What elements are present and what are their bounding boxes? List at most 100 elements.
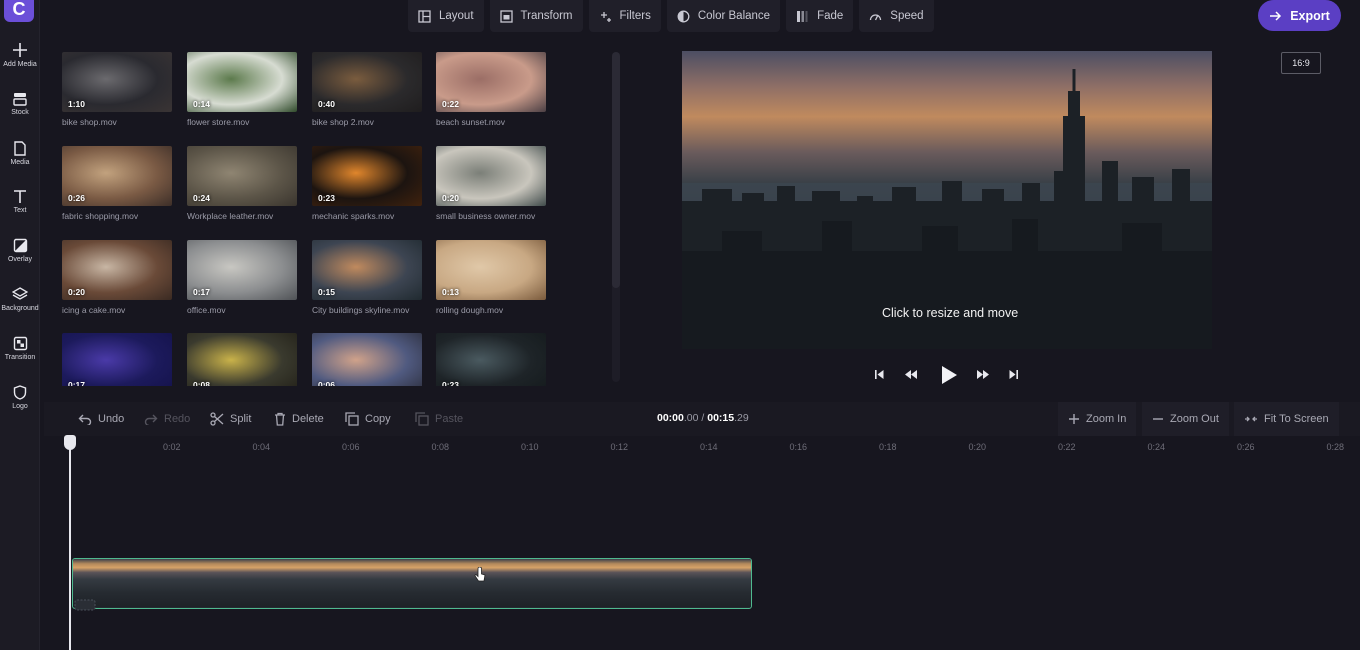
paste-button[interactable]: Paste — [415, 402, 463, 436]
media-thumbnail[interactable]: 0:08 — [187, 333, 297, 386]
media-thumbnail[interactable]: 0:40 — [312, 52, 422, 112]
play-button[interactable] — [940, 364, 958, 391]
app-logo[interactable]: C — [4, 0, 34, 22]
video-preview[interactable] — [682, 51, 1212, 349]
sidebar-item-label: Text — [13, 207, 27, 214]
ruler-tick-label: 0:22 — [1058, 442, 1076, 452]
media-thumbnail[interactable]: 0:14 — [187, 52, 297, 112]
paste-label: Paste — [435, 413, 464, 425]
tab-label: Filters — [619, 10, 651, 22]
tab-speed[interactable]: Speed — [859, 0, 934, 32]
sidebar-item-transition[interactable]: Transition — [0, 336, 40, 380]
sidebar-item-text[interactable]: Text — [0, 189, 40, 233]
copy-button[interactable]: Copy — [345, 402, 391, 436]
undo-button[interactable]: Undo — [78, 402, 124, 436]
media-thumbnail[interactable]: 0:20 — [62, 240, 172, 300]
shield-icon — [13, 385, 27, 400]
media-item[interactable]: 0:17 office.mov — [187, 240, 297, 315]
media-name: icing a cake.mov — [62, 305, 126, 315]
media-thumbnail[interactable]: 0:15 — [312, 240, 422, 300]
sidebar-item-media[interactable]: Media — [0, 141, 40, 185]
fit-to-screen-button[interactable]: Fit To Screen — [1234, 402, 1339, 436]
fit-screen-icon — [1245, 416, 1257, 422]
layout-icon — [418, 9, 431, 23]
media-name: flower store.mov — [187, 117, 250, 127]
media-item[interactable]: 0:13 rolling dough.mov — [436, 240, 546, 315]
tab-label: Fade — [817, 10, 844, 22]
media-scrollbar-thumb[interactable] — [612, 52, 620, 288]
delete-button[interactable]: Delete — [274, 402, 324, 436]
city-skyline-frame — [682, 69, 1212, 349]
media-thumbnail[interactable]: 0:22 — [436, 52, 546, 112]
ruler-tick-label: 0:28 — [1326, 442, 1345, 452]
clip-menu-icon[interactable] — [74, 598, 96, 612]
fast-forward-button[interactable] — [975, 364, 991, 389]
media-name: beach sunset.mov — [436, 117, 505, 127]
media-item[interactable]: 0:22 beach sunset.mov — [436, 52, 546, 127]
tab-layout[interactable]: Layout — [408, 0, 484, 32]
media-thumbnail[interactable]: 0:06 — [312, 333, 422, 386]
media-item[interactable]: 0:23 mechanic sparks.mov — [312, 146, 422, 221]
sidebar-item-logo[interactable]: Logo — [0, 385, 40, 429]
skip-forward-button[interactable] — [1008, 364, 1020, 389]
media-thumbnail[interactable]: 0:23 — [312, 146, 422, 206]
total-time-frames: .29 — [734, 412, 749, 424]
sidebar-item-add-media[interactable]: Add Media — [0, 42, 40, 86]
media-item[interactable]: 1:10 bike shop.mov — [62, 52, 172, 127]
aspect-ratio-button[interactable]: 16:9 — [1281, 52, 1321, 74]
redo-button[interactable]: Redo — [144, 402, 190, 436]
media-thumbnail[interactable]: 1:10 — [62, 52, 172, 112]
media-item[interactable]: 0:06 — [312, 333, 422, 386]
media-item[interactable]: 0:26 fabric shopping.mov — [62, 146, 172, 221]
tab-color-balance[interactable]: Color Balance — [666, 0, 781, 32]
media-thumbnail[interactable]: 0:23 — [436, 333, 546, 386]
playhead[interactable] — [69, 444, 71, 650]
split-button[interactable]: Split — [210, 402, 251, 436]
media-item[interactable]: 0:23 — [436, 333, 546, 386]
media-item[interactable]: 0:20 small business owner.mov — [436, 146, 546, 221]
sidebar-item-background[interactable]: Background — [0, 287, 40, 331]
zoom-in-button[interactable]: Zoom In — [1058, 402, 1137, 436]
rewind-button[interactable] — [903, 364, 919, 389]
media-name: mechanic sparks.mov — [312, 211, 395, 221]
plus-icon — [13, 43, 27, 57]
media-item[interactable]: 0:20 icing a cake.mov — [62, 240, 172, 315]
preview-overlay-text[interactable]: Click to resize and move — [882, 306, 1018, 320]
media-thumbnail[interactable]: 0:17 — [62, 333, 172, 386]
media-thumbnail[interactable]: 0:20 — [436, 146, 546, 206]
tab-transform[interactable]: Transform — [489, 0, 583, 32]
paste-icon — [415, 412, 429, 426]
sidebar-item-stock[interactable]: Stock — [0, 92, 40, 136]
skip-back-button[interactable] — [873, 364, 885, 389]
tab-fade[interactable]: Fade — [786, 0, 854, 32]
clip-frame — [156, 559, 240, 607]
media-thumbnail[interactable]: 0:26 — [62, 146, 172, 206]
media-item[interactable]: 0:24 Workplace leather.mov — [187, 146, 297, 221]
hand-cursor-icon — [474, 567, 486, 582]
media-item[interactable]: 0:17 — [62, 333, 172, 386]
timeline[interactable] — [44, 436, 1360, 650]
media-duration: 1:10 — [68, 99, 86, 109]
media-duration: 0:22 — [442, 99, 460, 109]
playhead-handle[interactable] — [64, 435, 76, 450]
media-item[interactable]: 0:15 City buildings skyline.mov — [312, 240, 422, 315]
media-item[interactable]: 0:14 flower store.mov — [187, 52, 297, 127]
media-thumbnail[interactable]: 0:13 — [436, 240, 546, 300]
media-item[interactable]: 0:08 — [187, 333, 297, 386]
current-time-frames: .00 — [683, 412, 699, 424]
video-clip[interactable] — [72, 558, 752, 609]
ruler-tick-label: 0:20 — [968, 442, 987, 452]
media-scrollbar[interactable] — [612, 52, 620, 382]
media-thumbnail[interactable]: 0:17 — [187, 240, 297, 300]
media-name: City buildings skyline.mov — [312, 305, 410, 315]
media-thumbnail[interactable]: 0:24 — [187, 146, 297, 206]
media-item[interactable]: 0:40 bike shop 2.mov — [312, 52, 422, 127]
sidebar-item-overlay[interactable]: Overlay — [0, 238, 40, 282]
tab-filters[interactable]: Filters — [588, 0, 661, 32]
media-duration: 0:14 — [193, 99, 211, 109]
skip-forward-icon — [1009, 370, 1018, 379]
zoom-out-button[interactable]: Zoom Out — [1142, 402, 1229, 436]
overlay-icon — [13, 238, 27, 253]
export-button[interactable]: Export — [1258, 0, 1341, 31]
speed-icon — [870, 13, 882, 20]
